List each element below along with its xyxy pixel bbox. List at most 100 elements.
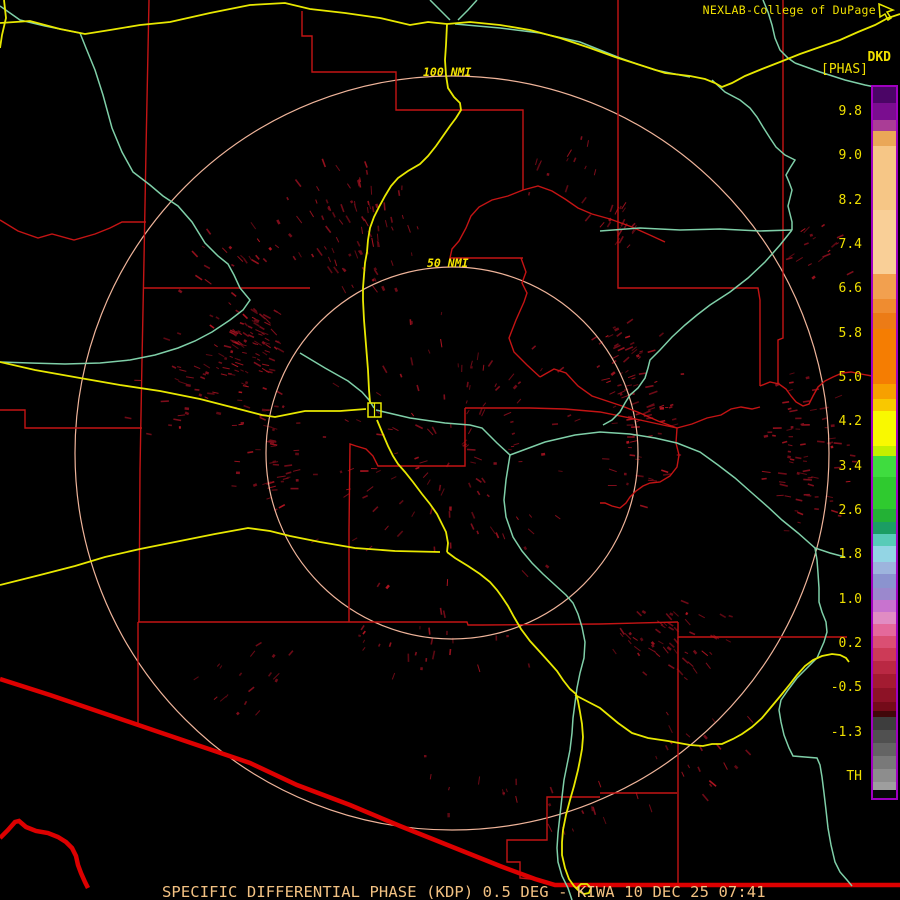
kdp-speckle — [365, 169, 369, 175]
kdp-speckle — [234, 460, 241, 463]
kdp-speckle — [375, 203, 379, 209]
kdp-speckle — [658, 640, 664, 645]
kdp-speckle — [787, 455, 791, 459]
kdp-speckle — [266, 497, 272, 500]
colorbar-label: 3.4 — [838, 459, 862, 474]
kdp-speckle — [778, 481, 786, 483]
kdp-speckle — [635, 354, 640, 358]
county-path — [138, 621, 679, 626]
kdp-speckle — [631, 377, 636, 380]
kdp-speckle — [821, 223, 826, 228]
kdp-speckle — [410, 412, 415, 417]
rivers-path — [457, 0, 478, 21]
colorbar-segment — [873, 534, 896, 546]
kdp-speckle — [687, 661, 694, 667]
colorbar-label: -1.3 — [830, 725, 862, 740]
kdp-speckle — [371, 278, 375, 282]
kdp-speckle — [549, 786, 554, 794]
kdp-speckle — [391, 226, 394, 231]
kdp-speckle — [184, 411, 190, 416]
kdp-speckle — [602, 816, 607, 825]
kdp-speckle — [176, 332, 182, 336]
kdp-speckle — [333, 266, 340, 274]
kdp-speckle — [185, 376, 194, 379]
kdp-speckle — [797, 511, 804, 516]
kdp-speckle — [811, 275, 816, 280]
kdp-speckle — [624, 335, 631, 339]
kdp-speckle — [362, 639, 366, 644]
kdp-speckle — [486, 494, 490, 498]
kdp-speckle — [219, 695, 227, 702]
kdp-speckle — [255, 353, 260, 357]
kdp-speckle — [622, 207, 626, 213]
kdp-speckle — [626, 244, 631, 249]
colorbar-segment — [873, 446, 896, 456]
kdp-speckle — [375, 469, 381, 473]
county-path — [677, 622, 847, 638]
kdp-speckle — [626, 318, 634, 324]
kdp-speckle — [267, 672, 273, 677]
kdp-speckle — [608, 468, 617, 473]
kdp-speckle — [207, 392, 215, 395]
kdp-speckle — [647, 479, 657, 482]
kdp-speckle — [255, 641, 262, 647]
kdp-speckle — [619, 632, 624, 638]
kdp-speckle — [438, 484, 442, 491]
kdp-speckle — [817, 256, 825, 263]
kdp-speckle — [812, 236, 816, 240]
kdp-speckle — [326, 265, 333, 274]
kdp-speckle — [528, 514, 533, 518]
kdp-speckle — [242, 385, 249, 388]
kdp-speckle — [671, 417, 677, 421]
kdp-speckle — [341, 267, 346, 272]
kdp-speckle — [666, 646, 672, 651]
kdp-speckle — [539, 367, 543, 372]
colorbar-segment — [873, 769, 896, 782]
kdp-speckle — [648, 647, 656, 653]
kdp-speckle — [347, 467, 355, 472]
kdp-speckle — [627, 639, 632, 645]
county-path — [506, 796, 600, 881]
kdp-speckle — [626, 384, 632, 387]
kdp-speckle — [667, 664, 675, 670]
kdp-speckle — [368, 203, 372, 210]
county-path — [449, 189, 524, 259]
kdp-speckle — [567, 414, 572, 418]
kdp-speckle — [733, 764, 739, 770]
kdp-speckle — [262, 386, 267, 390]
kdp-speckle — [247, 334, 255, 339]
kdp-speckle — [256, 238, 261, 243]
kdp-speckle — [833, 442, 842, 445]
kdp-speckle — [371, 285, 378, 293]
colorbar-label: 7.4 — [838, 237, 862, 252]
highways-layer — [0, 0, 900, 895]
kdp-speckle — [261, 363, 270, 367]
kdp-speckle — [276, 219, 281, 225]
kdp-speckle — [327, 256, 332, 263]
kdp-speckle — [376, 582, 381, 588]
kdp-speckle — [624, 346, 634, 351]
kdp-speckle — [397, 190, 401, 197]
kdp-speckle — [481, 409, 486, 417]
kdp-speckle — [782, 401, 790, 404]
kdp-speckle — [241, 351, 247, 354]
kdp-speckle — [200, 376, 206, 380]
kdp-speckle — [177, 289, 183, 294]
kdp-speckle — [683, 676, 688, 681]
kdp-speckle — [410, 252, 413, 256]
kdp-speckle — [669, 403, 674, 407]
kdp-speckle — [146, 432, 152, 436]
kdp-speckle — [201, 245, 206, 249]
rivers-path — [375, 409, 511, 456]
kdp-speckle — [285, 471, 292, 475]
kdp-speckle — [363, 218, 369, 227]
kdp-speckle — [179, 369, 187, 372]
kdp-speckle — [209, 314, 214, 318]
kdp-speckle — [171, 365, 177, 369]
kdp-speckle — [331, 247, 335, 254]
kdp-speckle — [218, 361, 223, 364]
kdp-speckle — [193, 676, 199, 681]
kdp-speckle — [325, 225, 332, 234]
kdp-speckle — [411, 511, 416, 518]
kdp-speckle — [482, 364, 485, 371]
